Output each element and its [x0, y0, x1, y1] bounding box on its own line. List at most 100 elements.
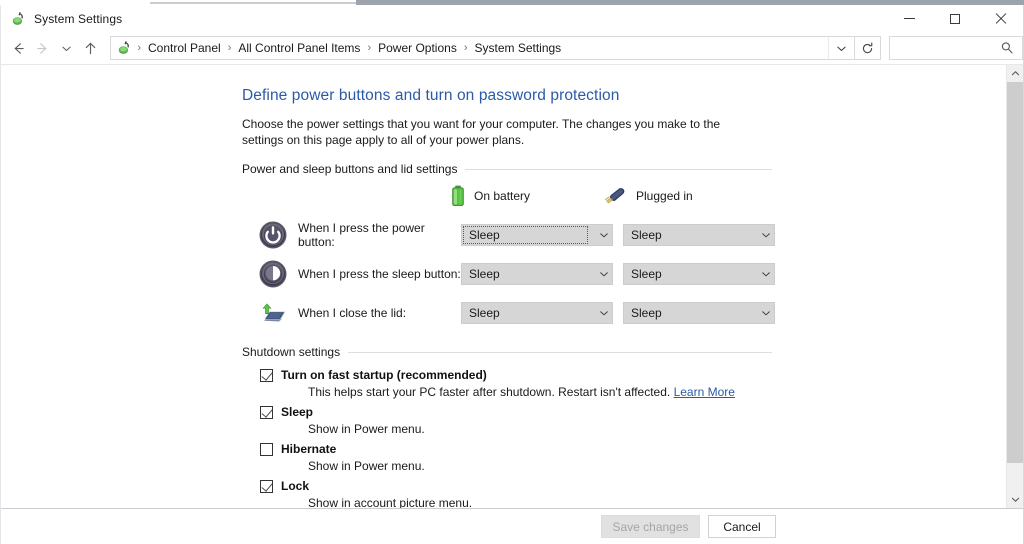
scroll-down-button[interactable] — [1007, 491, 1023, 508]
chevron-down-icon — [757, 308, 774, 318]
sleep-button-on-battery-dropdown[interactable]: Sleep — [461, 263, 613, 285]
close-lid-plugged-in-dropdown[interactable]: Sleep — [623, 302, 775, 324]
checkbox-sleep[interactable] — [260, 406, 273, 419]
dropdown-value: Sleep — [462, 228, 595, 242]
minimize-icon — [904, 18, 915, 19]
back-button[interactable] — [7, 36, 31, 60]
close-lid-on-battery-dropdown[interactable]: Sleep — [461, 302, 613, 324]
vertical-scrollbar[interactable] — [1006, 65, 1023, 508]
window-title: System Settings — [34, 12, 122, 26]
setting-row-label: When I press the sleep button: — [298, 267, 461, 281]
sleep-button-icon — [258, 259, 288, 289]
address-bar[interactable]: › Control Panel › All Control Panel Item… — [110, 36, 855, 60]
recent-locations-button[interactable] — [55, 36, 79, 60]
column-header-label: Plugged in — [636, 189, 693, 203]
checkbox-row-fast-startup[interactable]: Turn on fast startup (recommended) — [242, 368, 1005, 383]
checkbox-label: Lock — [281, 479, 309, 494]
column-headers: On battery Plugged in — [242, 179, 1005, 213]
dropdown-value: Sleep — [624, 306, 757, 320]
forward-button[interactable] — [31, 36, 55, 60]
dropdown-value: Sleep — [624, 228, 757, 242]
search-box[interactable] — [889, 36, 1023, 60]
up-button[interactable] — [78, 36, 102, 60]
background-window-titlebar-fragment — [150, 2, 390, 4]
power-button-on-battery-dropdown[interactable]: Sleep — [461, 224, 613, 246]
page-description: Choose the power settings that you want … — [242, 116, 758, 148]
refresh-button[interactable] — [855, 36, 881, 60]
checkbox-row-lock[interactable]: Lock — [242, 479, 1005, 494]
minimize-button[interactable] — [887, 5, 932, 32]
title-bar: System Settings — [1, 5, 1023, 32]
chevron-down-icon — [757, 230, 774, 240]
scroll-up-button[interactable] — [1007, 65, 1023, 82]
shutdown-settings-section: Shutdown settings Turn on fast startup (… — [242, 345, 1005, 508]
cancel-button[interactable]: Cancel — [708, 515, 776, 538]
power-options-shield-icon — [116, 40, 132, 56]
section-label: Power and sleep buttons and lid settings — [242, 162, 465, 176]
setting-row-label: When I close the lid: — [298, 306, 461, 320]
section-divider — [465, 169, 772, 170]
checkbox-description-fast-startup: This helps start your PC faster after sh… — [308, 385, 1005, 400]
checkbox-lock[interactable] — [260, 480, 273, 493]
save-changes-button[interactable]: Save changes — [601, 515, 700, 538]
setting-row-sleep-button: When I press the sleep button: Sleep Sle… — [242, 254, 1005, 293]
section-divider — [348, 352, 772, 353]
close-button[interactable] — [977, 5, 1023, 32]
power-plug-icon — [603, 187, 627, 205]
column-header-label: On battery — [474, 189, 530, 203]
breadcrumb: › Control Panel › All Control Panel Item… — [111, 40, 828, 56]
window-controls — [887, 5, 1023, 32]
breadcrumb-separator: › — [362, 43, 376, 54]
checkbox-label: Hibernate — [281, 442, 336, 457]
checkbox-row-sleep[interactable]: Sleep — [242, 405, 1005, 420]
dropdown-value: Sleep — [462, 306, 595, 320]
battery-icon — [451, 185, 465, 207]
dialog-footer: Save changes Cancel — [1, 508, 1023, 544]
page-title: Define power buttons and turn on passwor… — [242, 87, 1005, 105]
setting-row-power-button: When I press the power button: Sleep Sle… — [242, 215, 1005, 254]
breadcrumb-separator: › — [459, 43, 473, 54]
search-icon[interactable] — [1000, 41, 1014, 55]
scrollbar-track[interactable] — [1007, 82, 1023, 491]
checkbox-description-sleep: Show in Power menu. — [308, 422, 1005, 437]
laptop-lid-icon — [258, 298, 288, 328]
setting-row-close-lid: When I close the lid: Sleep Sleep — [242, 293, 1005, 332]
checkbox-hibernate[interactable] — [260, 443, 273, 456]
checkbox-description-lock: Show in account picture menu. — [308, 496, 1005, 508]
content-area: Define power buttons and turn on passwor… — [1, 64, 1023, 508]
breadcrumb-item-power-options[interactable]: Power Options — [376, 41, 459, 55]
maximize-icon — [950, 14, 960, 24]
power-options-shield-icon — [10, 11, 26, 27]
breadcrumb-item-control-panel[interactable]: Control Panel — [146, 41, 223, 55]
setting-row-label: When I press the power button: — [298, 221, 461, 249]
search-input[interactable] — [890, 38, 998, 58]
scrollbar-thumb[interactable] — [1007, 82, 1023, 463]
dropdown-value: Sleep — [624, 267, 757, 281]
power-button-plugged-in-dropdown[interactable]: Sleep — [623, 224, 775, 246]
address-dropdown-button[interactable] — [828, 37, 854, 59]
description-text: This helps start your PC faster after sh… — [308, 385, 670, 399]
checkbox-label: Turn on fast startup (recommended) — [281, 368, 487, 383]
breadcrumb-item-all-control-panel-items[interactable]: All Control Panel Items — [236, 41, 362, 55]
navigation-bar: › Control Panel › All Control Panel Item… — [1, 32, 1023, 64]
checkbox-label: Sleep — [281, 405, 313, 420]
dropdown-value: Sleep — [462, 267, 595, 281]
settings-panel: Define power buttons and turn on passwor… — [1, 65, 1005, 508]
breadcrumb-item-system-settings[interactable]: System Settings — [472, 41, 563, 55]
breadcrumb-separator: › — [132, 43, 146, 54]
checkbox-fast-startup[interactable] — [260, 369, 273, 382]
checkbox-row-hibernate[interactable]: Hibernate — [242, 442, 1005, 457]
chevron-down-icon — [595, 308, 612, 318]
checkbox-description-hibernate: Show in Power menu. — [308, 459, 1005, 474]
column-header-plugged-in: Plugged in — [603, 187, 755, 205]
breadcrumb-separator: › — [223, 43, 237, 54]
learn-more-link[interactable]: Learn More — [674, 385, 735, 399]
maximize-button[interactable] — [932, 5, 977, 32]
section-label: Shutdown settings — [242, 345, 348, 359]
chevron-down-icon — [595, 269, 612, 279]
power-button-icon — [258, 220, 288, 250]
column-header-on-battery: On battery — [451, 185, 603, 207]
chevron-down-icon — [595, 230, 612, 240]
system-settings-window: System Settings — [0, 5, 1024, 544]
sleep-button-plugged-in-dropdown[interactable]: Sleep — [623, 263, 775, 285]
